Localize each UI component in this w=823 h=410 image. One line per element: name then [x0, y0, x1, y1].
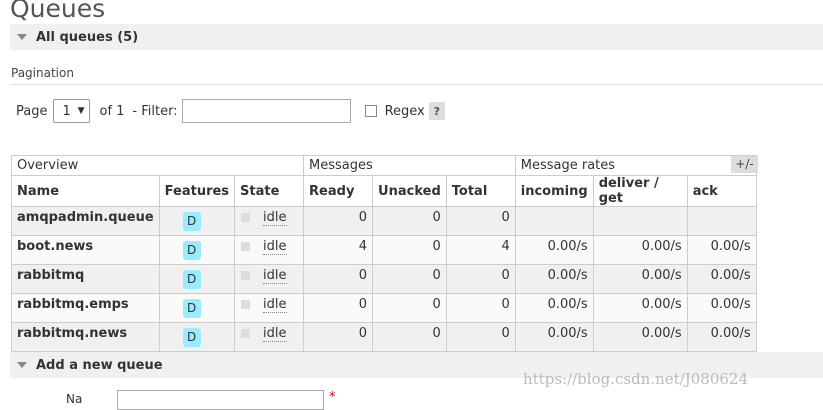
collapse-triangle-icon [17, 362, 27, 368]
collapse-triangle-icon [17, 34, 27, 40]
queues-table: Overview Messages Message rates Name Fea… [10, 155, 757, 352]
column-header-ack[interactable]: ack [686, 175, 757, 207]
ack-rate: 0.00/s [686, 264, 757, 294]
column-header-state[interactable]: State [234, 175, 305, 207]
ready-count: 4 [303, 235, 374, 265]
filter-input[interactable] [181, 99, 351, 123]
ack-rate: 0.00/s [686, 322, 757, 352]
incoming-rate: 0.00/s [514, 264, 594, 294]
filter-label: - Filter: [132, 103, 178, 119]
queue-name-link[interactable]: rabbitmq.news [11, 322, 160, 352]
divider [10, 84, 823, 85]
state-label: idle [263, 239, 287, 255]
ack-rate: 0.00/s [686, 293, 757, 323]
unacked-count: 0 [372, 206, 447, 236]
ready-count: 0 [303, 206, 374, 236]
regex-checkbox[interactable] [364, 105, 377, 117]
queue-name-link[interactable]: rabbitmq.emps [11, 293, 160, 323]
deliver-get-rate: 0.00/s [592, 322, 688, 352]
state-label: idle [263, 268, 287, 284]
ready-count: 0 [303, 293, 374, 323]
table-row: rabbitmq.emps D idle 0 0 0 0.00/s 0.00/s… [11, 293, 757, 323]
state-label: idle [263, 297, 287, 313]
durable-feature-badge: D [182, 299, 201, 318]
state-indicator-icon [241, 213, 251, 222]
group-header-overview: Overview [10, 155, 305, 176]
required-marker: * [329, 390, 336, 405]
all-queues-toggle[interactable]: All queues (5) [10, 24, 823, 50]
total-count: 0 [445, 293, 516, 323]
column-header-features: Features [158, 175, 236, 207]
column-header-deliver-get[interactable]: deliver / get [592, 175, 688, 207]
add-queue-label: Add a new queue [36, 357, 163, 373]
table-row: rabbitmq D idle 0 0 0 0.00/s 0.00/s 0.00… [11, 264, 757, 294]
unacked-count: 0 [372, 264, 447, 294]
deliver-get-rate: 0.00/s [592, 264, 688, 294]
page-label: Page [16, 103, 48, 119]
ready-count: 0 [303, 322, 374, 352]
column-toggle-button[interactable]: +/- [731, 156, 758, 173]
deliver-get-rate: 0.00/s [592, 235, 688, 265]
group-header-messages: Messages [303, 155, 516, 176]
total-count: 0 [445, 322, 516, 352]
page-of-label: of 1 [99, 103, 125, 119]
table-row: boot.news D idle 4 0 4 0.00/s 0.00/s 0.0… [11, 235, 757, 265]
state-indicator-icon [241, 329, 251, 338]
queue-name-link[interactable]: amqpadmin.queue [11, 206, 160, 236]
page-title: Queues [10, 0, 106, 23]
state-indicator-icon [241, 271, 251, 280]
deliver-get-rate: 0.00/s [592, 293, 688, 323]
ack-rate: 0.00/s [686, 235, 757, 265]
ack-rate [686, 206, 757, 236]
column-header-ready[interactable]: Ready [303, 175, 374, 207]
queue-name-link[interactable]: boot.news [11, 235, 160, 265]
column-header-name[interactable]: Name [11, 175, 160, 207]
deliver-get-rate [592, 206, 688, 236]
durable-feature-badge: D [182, 328, 201, 347]
durable-feature-badge: D [182, 212, 201, 231]
durable-feature-badge: D [182, 241, 201, 260]
column-header-unacked[interactable]: Unacked [372, 175, 447, 207]
state-indicator-icon [241, 300, 251, 309]
column-header-total[interactable]: Total [445, 175, 516, 207]
watermark-text: https://blog.csdn.net/J080624 [523, 370, 748, 388]
total-count: 0 [445, 264, 516, 294]
ready-count: 0 [303, 264, 374, 294]
page-select-value: 1 [62, 103, 71, 119]
state-label: idle [263, 326, 287, 342]
group-header-message-rates: Message rates [514, 155, 757, 176]
queue-name-field-label: Na [66, 392, 83, 406]
all-queues-label: All queues (5) [36, 29, 139, 45]
queue-name-input[interactable] [117, 390, 324, 410]
pagination-heading: Pagination [11, 66, 74, 80]
pagination-controls: Page 1 ▼ of 1 - Filter: Regex ? [16, 98, 445, 124]
incoming-rate: 0.00/s [514, 293, 594, 323]
total-count: 0 [445, 206, 516, 236]
column-header-incoming[interactable]: incoming [514, 175, 594, 207]
queue-name-link[interactable]: rabbitmq [11, 264, 160, 294]
table-row: rabbitmq.news D idle 0 0 0 0.00/s 0.00/s… [11, 322, 757, 352]
state-indicator-icon [241, 242, 251, 251]
regex-label: Regex [384, 103, 425, 119]
unacked-count: 0 [372, 235, 447, 265]
regex-help-button[interactable]: ? [428, 102, 445, 120]
incoming-rate: 0.00/s [514, 322, 594, 352]
table-row: amqpadmin.queue D idle 0 0 0 [11, 206, 757, 236]
dropdown-caret-icon: ▼ [77, 106, 85, 116]
page-select[interactable]: 1 ▼ [53, 99, 91, 123]
state-label: idle [263, 210, 287, 226]
incoming-rate: 0.00/s [514, 235, 594, 265]
unacked-count: 0 [372, 322, 447, 352]
durable-feature-badge: D [182, 270, 201, 289]
incoming-rate [514, 206, 594, 236]
unacked-count: 0 [372, 293, 447, 323]
total-count: 4 [445, 235, 516, 265]
